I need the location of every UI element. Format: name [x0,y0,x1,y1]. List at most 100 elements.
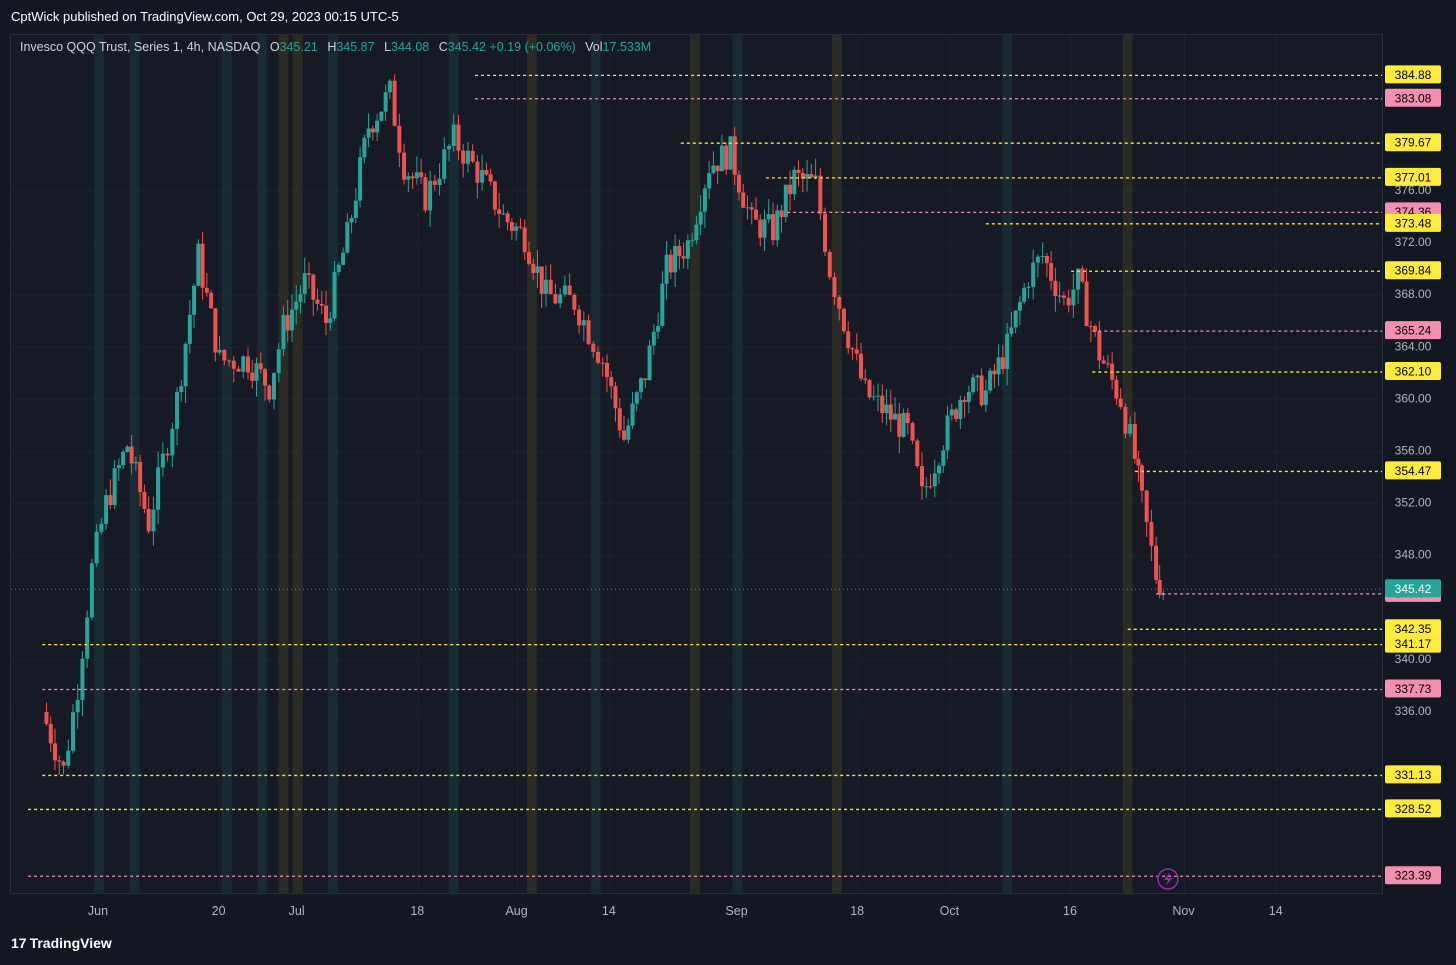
candle-body [630,403,635,426]
price-level-label: 384.88 [1395,68,1432,82]
price-axis-tick: 364.00 [1395,339,1432,353]
time-band [1122,35,1133,893]
legend-open-label: O [269,40,280,54]
price-level-label: 341.17 [1395,637,1432,651]
candle-body [94,531,99,564]
time-axis-tick: Aug [505,904,527,918]
price-level-label-bg [1385,799,1441,818]
candle-body [1114,379,1119,399]
candle-body [241,356,246,372]
candle-body [324,305,329,324]
chart-area[interactable] [10,34,1383,894]
candle-body [480,170,485,183]
candle-body [988,370,993,391]
candle-body [44,712,49,725]
candle-body [572,294,577,310]
candle-body [949,409,954,416]
candle-body [664,254,669,284]
candle-body [336,264,341,273]
candle-body [522,227,527,253]
candle-body [332,272,337,319]
candle-body [1066,297,1071,306]
legend-symbol: Invesco QQQ Trust, Series 1, 4h, NASDAQ [20,40,261,54]
candle-body [285,315,290,331]
candle-body [702,188,707,212]
currency-button[interactable]: USD [1387,38,1435,64]
candle-body [558,294,563,304]
candle-body [442,149,447,179]
candle-body [823,213,828,252]
publisher-line: CptWick published on TradingView.com, Oc… [11,9,399,24]
price-level-label: 369.84 [1395,264,1432,278]
candle-body [406,176,411,180]
price-level-label-bg [1385,65,1441,84]
candle-body [484,170,489,175]
price-level-label: 362.10 [1395,365,1432,379]
candle-body [231,360,236,369]
candle-body [841,308,846,332]
candle-body [254,363,259,381]
candle-body [837,296,842,309]
price-level-label-bg [1385,213,1441,232]
candle-body [138,462,143,493]
candle-body [788,184,793,195]
candle-body [673,246,678,273]
candle-body [711,165,716,174]
price-level-label-bg [1385,321,1441,340]
candle-body [379,111,384,121]
candle-body [626,425,631,440]
time-band [689,35,700,893]
candle-body [958,399,963,419]
candle-body [1005,333,1010,369]
candle-body [971,377,976,393]
candle-body [276,349,281,373]
candle-body [358,157,363,201]
candle-body [1084,281,1089,326]
candle-body [319,303,324,306]
candle-body [1136,458,1141,466]
price-chart[interactable] [11,35,1383,894]
candle-body [1139,465,1144,491]
price-level-label: 379.67 [1395,136,1432,150]
candle-body [1049,263,1054,281]
candle-body [937,465,942,474]
candle-body [1057,295,1062,297]
candle-body [245,356,250,373]
candle-body [461,150,466,164]
time-axis-tick: 14 [602,904,616,918]
candle-body [48,724,53,744]
candle-body [749,207,754,210]
candle-body [414,172,419,179]
candle-body [170,428,175,456]
candle-body [577,309,582,326]
candle-body [187,314,192,344]
candle-body [548,279,553,295]
candle-body [728,136,733,170]
candle-body [456,124,461,151]
price-axis-tick: 360.00 [1395,391,1432,405]
candle-body [129,446,134,464]
price-axis-tick: 340.00 [1395,652,1432,666]
tradingview-logo[interactable]: 17 TradingView [11,935,112,951]
candle-body [518,226,523,228]
candle-body [328,318,333,324]
candle-body [762,219,767,238]
price-axis-tick: 356.00 [1395,444,1432,458]
price-level-label: 328.52 [1395,802,1432,816]
candle-body [1123,407,1128,434]
candle-body [392,80,397,126]
candle-body [715,165,720,172]
candle-body [1071,289,1076,306]
candle-body [492,181,497,210]
price-level-label-bg [1385,765,1441,784]
legend-change: +0.19 (+0.06%) [489,40,576,54]
candle-body [941,450,946,466]
candle-body [353,200,358,218]
publisher-bar: CptWick published on TradingView.com, Oc… [0,0,1456,34]
candle-body [99,523,104,532]
time-band [129,35,140,893]
candle-body [813,175,818,178]
legend-close-label: C [438,40,448,54]
candle-body [146,509,151,532]
price-level-label: 331.13 [1395,768,1432,782]
